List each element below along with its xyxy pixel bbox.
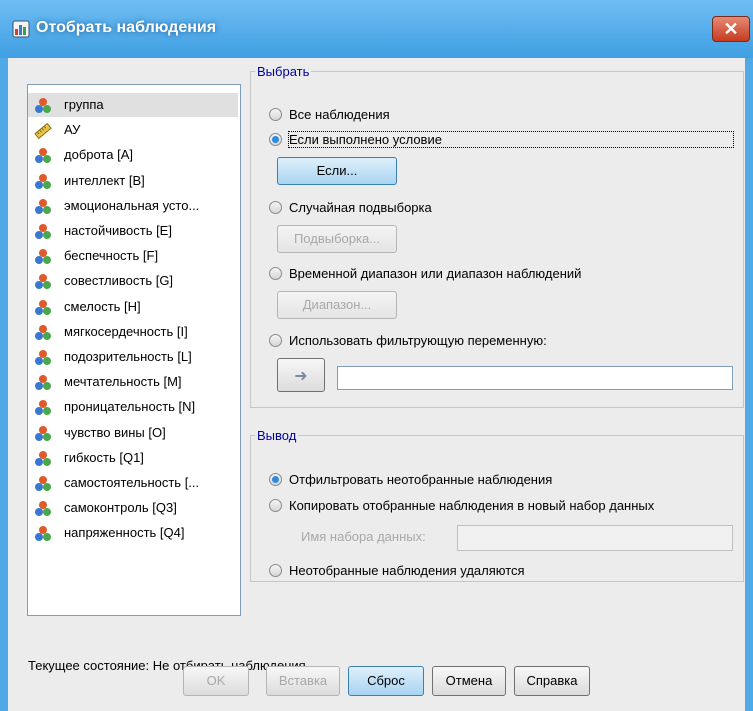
nominal-icon: [35, 350, 51, 365]
spss-app-icon: [12, 20, 30, 38]
select-group-legend: Выбрать: [257, 64, 310, 79]
nominal-icon: [35, 425, 51, 441]
if-button[interactable]: Если...: [277, 157, 397, 185]
variable-list-item[interactable]: чувство вины [O]: [28, 421, 238, 445]
if-condition-radio[interactable]: [269, 133, 282, 146]
nominal-icon: [35, 173, 51, 189]
cancel-button[interactable]: Отмена: [432, 666, 506, 696]
variable-label: напряженность [Q4]: [64, 525, 185, 541]
variable-list-item[interactable]: напряженность [Q4]: [28, 521, 238, 545]
variable-label: чувство вины [O]: [64, 424, 166, 440]
filter-variable-label[interactable]: Использовать фильтрующую переменную:: [289, 333, 547, 348]
output-group-legend: Вывод: [257, 428, 297, 443]
nominal-icon: [35, 299, 51, 315]
variable-label: самоконтроль [Q3]: [64, 500, 177, 516]
variable-list-item[interactable]: мягкосердечность [I]: [28, 320, 238, 344]
variable-label: проницательность [N]: [64, 399, 196, 415]
delete-label[interactable]: Неотобранные наблюдения удаляются: [289, 563, 525, 578]
filter-out-radio[interactable]: [269, 473, 282, 486]
nominal-icon: [35, 324, 51, 340]
copy-radio[interactable]: [269, 499, 282, 512]
variable-list-item[interactable]: АУ: [28, 118, 238, 142]
nominal-icon: [35, 148, 51, 164]
variable-label: эмоциональная усто...: [64, 197, 200, 213]
variable-list-item[interactable]: мечтательность [M]: [28, 370, 238, 394]
variable-list-item[interactable]: интеллект [B]: [28, 169, 238, 193]
variable-label: беспечность [F]: [64, 248, 159, 264]
copy-label[interactable]: Копировать отобранные наблюдения в новый…: [289, 498, 654, 513]
nominal-icon: [35, 224, 51, 239]
nominal-icon: [35, 274, 51, 290]
status-text: Текущее состояние: Не отбирать наблюдени…: [28, 658, 306, 673]
variable-list-item[interactable]: смелость [H]: [28, 295, 238, 319]
variable-label: АУ: [64, 122, 81, 138]
variable-list-item[interactable]: доброта [A]: [28, 143, 238, 167]
variable-list-item[interactable]: настойчивость [E]: [28, 219, 238, 243]
variable-label: интеллект [B]: [64, 172, 145, 188]
close-button[interactable]: ✕: [712, 16, 750, 42]
if-condition-label[interactable]: Если выполнено условие: [288, 131, 734, 148]
random-sample-radio[interactable]: [269, 201, 282, 214]
nominal-icon: [35, 526, 51, 542]
variable-list-item[interactable]: группа: [28, 93, 238, 117]
variable-list-item[interactable]: подозрительность [L]: [28, 345, 238, 369]
variable-label: гибкость [Q1]: [64, 449, 144, 465]
reset-button[interactable]: Сброс: [348, 666, 424, 696]
range-button[interactable]: Диапазон...: [277, 291, 397, 319]
all-cases-label[interactable]: Все наблюдения: [289, 107, 390, 122]
all-cases-radio[interactable]: [269, 108, 282, 121]
dialog-window: Отобрать наблюдения ✕ группа АУ доброта [A…: [0, 0, 753, 711]
title-bar[interactable]: Отобрать наблюдения ✕: [0, 0, 753, 58]
arrow-right-icon: ➜: [294, 368, 308, 385]
variable-label: мечтательность [M]: [64, 374, 182, 390]
filter-out-label[interactable]: Отфильтровать неотобранные наблюдения: [289, 472, 552, 487]
nominal-icon: [35, 476, 51, 491]
random-sample-label[interactable]: Случайная подвыборка: [289, 200, 432, 215]
nominal-icon: [35, 198, 51, 214]
range-label[interactable]: Временной диапазон или диапазон наблюден…: [289, 266, 581, 281]
ok-button[interactable]: OK: [183, 666, 249, 696]
move-variable-button[interactable]: ➜: [277, 358, 325, 392]
dataset-name-field[interactable]: [457, 525, 733, 551]
variable-label: совестливость [G]: [64, 273, 174, 289]
nominal-icon: [35, 400, 51, 416]
variable-list[interactable]: группа АУ доброта [A] интеллект [B] эмоциона…: [27, 84, 241, 616]
dialog-body: группа АУ доброта [A] интеллект [B] эмоциона…: [8, 58, 745, 711]
variable-label: группа: [64, 97, 104, 112]
filter-variable-radio[interactable]: [269, 334, 282, 347]
variable-list-item[interactable]: самоконтроль [Q3]: [28, 496, 238, 520]
sample-button[interactable]: Подвыборка...: [277, 225, 397, 253]
nominal-icon: [35, 375, 51, 391]
range-radio[interactable]: [269, 267, 282, 280]
variable-list-item[interactable]: беспечность [F]: [28, 244, 238, 268]
variable-label: доброта [A]: [64, 147, 133, 163]
variable-label: мягкосердечность [I]: [64, 323, 188, 339]
paste-button[interactable]: Вставка: [266, 666, 340, 696]
variable-list-item[interactable]: проницательность [N]: [28, 395, 238, 419]
variable-list-item[interactable]: эмоциональная усто...: [28, 194, 238, 218]
variable-label: смелость [H]: [64, 298, 141, 314]
variable-list-item[interactable]: самостоятельность [...: [28, 471, 238, 495]
variable-list-item[interactable]: гибкость [Q1]: [28, 446, 238, 470]
variable-label: самостоятельность [...: [64, 475, 200, 490]
select-group: Выбрать Все наблюдения Если выполнено ус…: [250, 64, 744, 408]
variable-label: настойчивость [E]: [64, 223, 172, 238]
nominal-icon: [35, 98, 51, 113]
variable-label: подозрительность [L]: [64, 349, 192, 364]
output-group: Вывод Отфильтровать неотобранные наблюде…: [250, 428, 744, 582]
help-button[interactable]: Справка: [514, 666, 590, 696]
dataset-name-label: Имя набора данных:: [301, 529, 426, 544]
nominal-icon: [35, 450, 51, 466]
window-title: Отобрать наблюдения: [36, 19, 217, 36]
variable-list-item[interactable]: совестливость [G]: [28, 269, 238, 293]
filter-variable-field[interactable]: [337, 366, 733, 390]
scale-ruler-icon: [34, 123, 52, 140]
delete-radio[interactable]: [269, 564, 282, 577]
nominal-icon: [35, 501, 51, 517]
nominal-icon: [35, 249, 51, 265]
